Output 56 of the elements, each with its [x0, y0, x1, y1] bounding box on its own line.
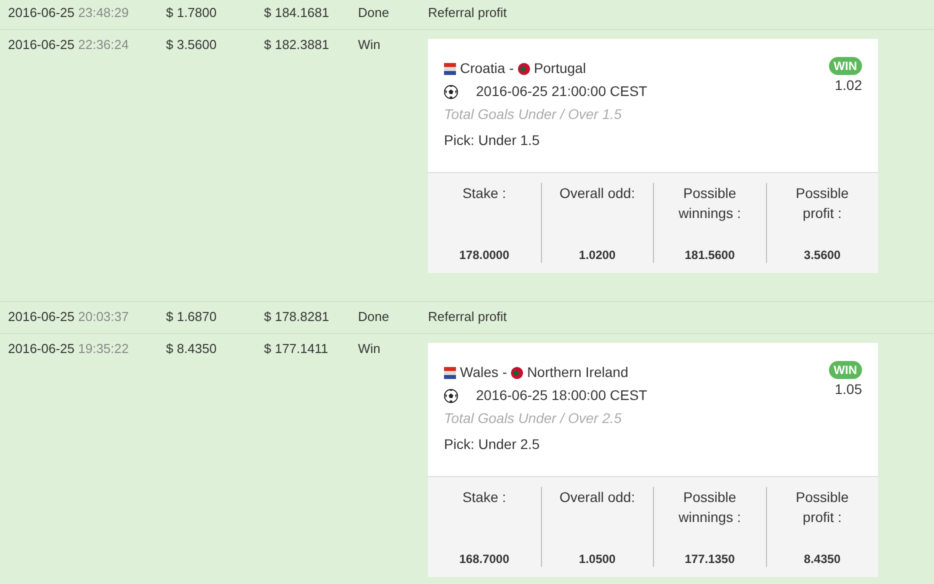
market-name: Total Goals Under / Over 1.5	[444, 105, 623, 124]
team-name: Wales	[460, 363, 498, 382]
match-start-time: 2016-06-25 21:00:00 CEST	[476, 82, 648, 101]
balance: $ 184.1681	[264, 5, 330, 21]
summary-label: Overall odd:	[558, 184, 636, 203]
odd-value: 1.02	[834, 77, 862, 93]
summary-value: 177.1350	[684, 551, 735, 567]
odd-value: 1.05	[834, 381, 862, 397]
summary-label: Overall odd:	[558, 488, 636, 507]
status: Done	[358, 5, 390, 21]
timestamp: 2016-06-25 22:36:24	[8, 37, 130, 53]
summary-label: Stake :	[461, 488, 508, 507]
team-name: Portugal	[534, 59, 586, 78]
amount: $ 1.7800	[166, 5, 218, 21]
flag-icon	[444, 62, 456, 74]
summary-value: 3.5600	[804, 247, 841, 263]
summary-value: 168.7000	[459, 551, 510, 567]
status: Win	[358, 341, 382, 357]
summary-value: 1.0200	[578, 247, 616, 263]
pick-text: Pick: Under 2.5	[444, 435, 541, 454]
team-name: Northern Ireland	[527, 363, 628, 382]
soccer-ball-icon	[444, 84, 458, 98]
balance: $ 178.8281	[264, 309, 330, 325]
details-text: Referral profit	[428, 309, 508, 325]
summary-value: 1.0500	[578, 551, 616, 567]
status: Done	[358, 309, 390, 325]
amount: $ 1.6870	[166, 309, 218, 325]
flag-icon	[444, 366, 456, 378]
amount: $ 3.5600	[166, 37, 218, 53]
summary-label: Possible winnings :	[678, 488, 742, 527]
summary-value: 178.0000	[459, 247, 510, 263]
timestamp: 2016-06-25 20:03:37	[8, 309, 130, 325]
summary-label: Possible winnings :	[678, 184, 742, 223]
timestamp: 2016-06-25 19:35:22	[8, 341, 130, 357]
market-name: Total Goals Under / Over 2.5	[444, 409, 623, 428]
separator: -	[502, 363, 508, 382]
summary-label: Possible profit :	[794, 488, 850, 527]
pick-text: Pick: Under 1.5	[444, 131, 541, 150]
result-badge: WIN	[828, 57, 862, 75]
summary-label: Possible profit :	[794, 184, 850, 223]
summary-value: 181.5600	[684, 247, 735, 263]
details-text: Referral profit	[428, 5, 508, 21]
flag-icon	[518, 62, 530, 74]
summary-value: 8.4350	[804, 551, 841, 567]
timestamp: 2016-06-25 23:48:29	[8, 5, 130, 21]
balance: $ 177.1411	[264, 341, 330, 357]
soccer-ball-icon	[444, 388, 458, 402]
team-name: Croatia	[460, 59, 506, 78]
separator: -	[509, 59, 514, 78]
match-start-time: 2016-06-25 18:00:00 CEST	[476, 386, 648, 405]
status: Win	[358, 37, 382, 53]
balance: $ 182.3881	[264, 37, 330, 53]
result-badge: WIN	[828, 361, 862, 379]
flag-icon	[511, 366, 524, 378]
amount: $ 8.4350	[166, 341, 218, 357]
summary-label: Stake :	[461, 184, 508, 203]
